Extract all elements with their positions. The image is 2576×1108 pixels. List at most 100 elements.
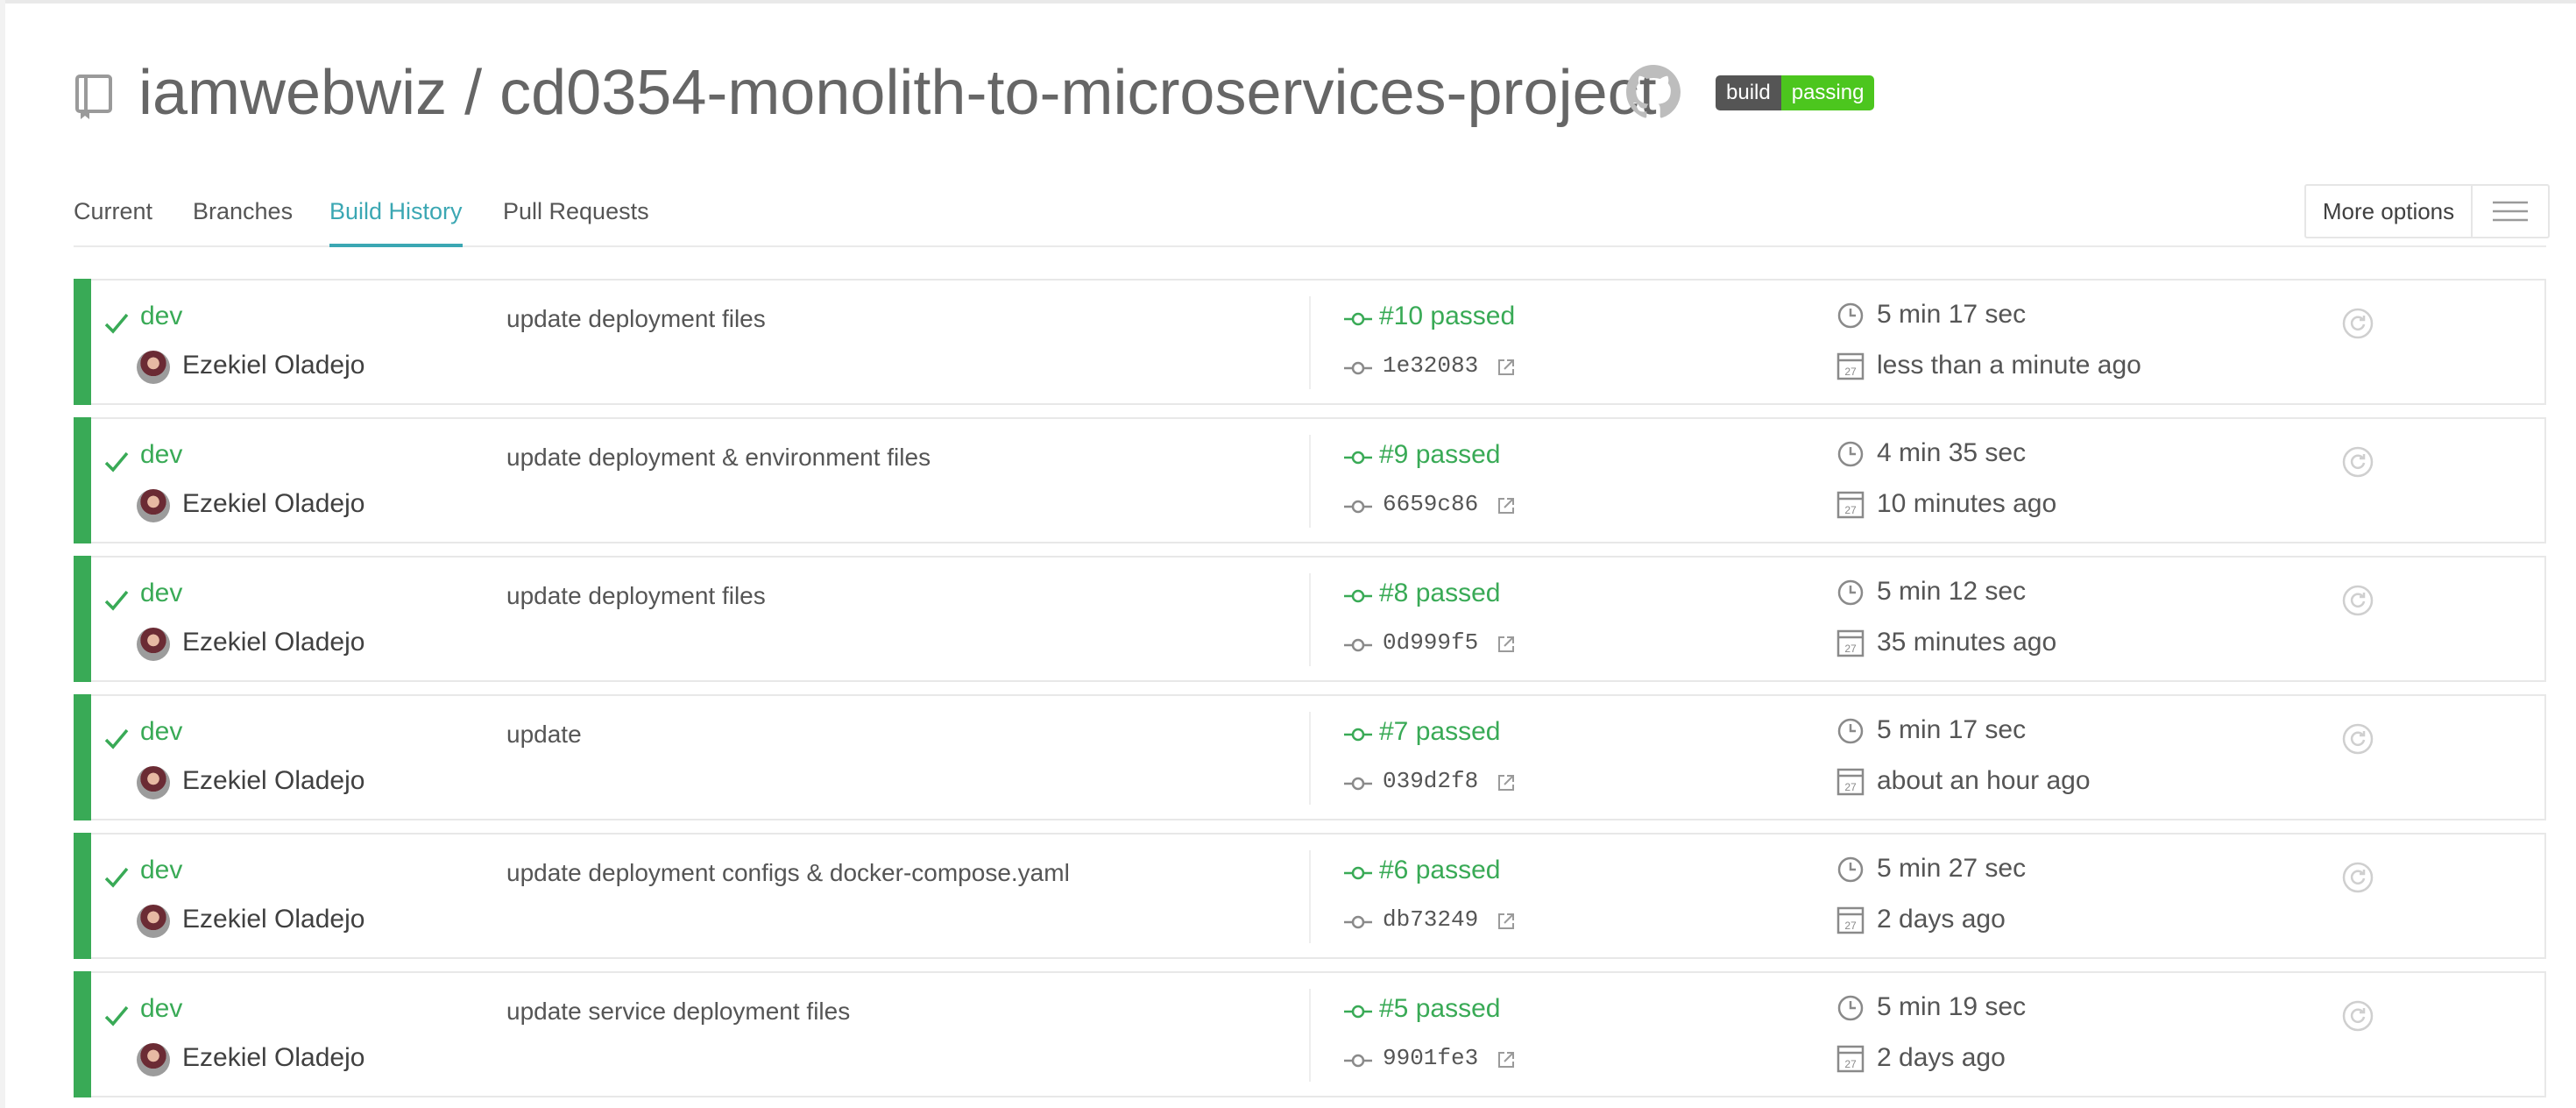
build-row[interactable]: dev Ezekiel Oladejo update deployment fi… <box>74 279 2546 405</box>
build-duration: 5 min 17 sec <box>1877 715 2027 744</box>
avatar <box>137 1043 170 1076</box>
github-icon[interactable] <box>1626 65 1681 119</box>
external-link-icon[interactable] <box>1497 1050 1516 1069</box>
commit-icon <box>1344 589 1372 603</box>
calendar-icon: 27 <box>1836 768 1865 796</box>
divider <box>1309 850 1311 943</box>
status-bar <box>74 971 91 1097</box>
commit-message: update deployment & environment files <box>506 444 931 471</box>
author-name: Ezekiel Oladejo <box>182 489 365 518</box>
external-link-icon[interactable] <box>1497 496 1516 515</box>
check-icon <box>104 1005 129 1026</box>
branch-name[interactable]: dev <box>140 856 182 885</box>
branch-name[interactable]: dev <box>140 302 182 331</box>
commit-icon <box>1344 1054 1372 1068</box>
avatar <box>137 351 170 384</box>
build-number[interactable]: #7 passed <box>1379 717 1500 747</box>
author-name: Ezekiel Oladejo <box>182 905 365 934</box>
calendar-icon: 27 <box>1836 629 1865 657</box>
external-link-icon[interactable] <box>1497 773 1516 792</box>
external-link-icon[interactable] <box>1497 358 1516 377</box>
finished-time: 35 minutes ago <box>1877 628 2057 657</box>
branch-name[interactable]: dev <box>140 994 182 1024</box>
check-icon <box>104 590 129 611</box>
more-options-label: More options <box>2306 186 2473 237</box>
finished-time: 10 minutes ago <box>1877 489 2057 518</box>
svg-text:27: 27 <box>1844 504 1857 516</box>
commit-sha[interactable]: db73249 <box>1383 906 1478 933</box>
external-link-icon[interactable] <box>1497 912 1516 931</box>
build-row[interactable]: dev Ezekiel Oladejo update deployment co… <box>74 833 2546 959</box>
calendar-icon: 27 <box>1836 1045 1865 1073</box>
status-bar <box>74 417 91 543</box>
build-row[interactable]: dev Ezekiel Oladejo update deployment fi… <box>74 556 2546 682</box>
build-number[interactable]: #9 passed <box>1379 440 1500 470</box>
build-status-badge[interactable]: build passing <box>1716 75 1875 110</box>
commit-sha[interactable]: 039d2f8 <box>1383 768 1478 794</box>
branch-name[interactable]: dev <box>140 717 182 747</box>
repo-name[interactable]: cd0354-monolith-to-microservices-project <box>499 58 1656 128</box>
check-icon <box>104 451 129 472</box>
divider <box>1309 712 1311 805</box>
external-link-icon[interactable] <box>1497 635 1516 654</box>
tab-branches[interactable]: Branches <box>193 198 293 225</box>
tab-build-history[interactable]: Build History <box>329 198 463 247</box>
build-number[interactable]: #8 passed <box>1379 579 1500 608</box>
status-bar <box>74 833 91 959</box>
author-name: Ezekiel Oladejo <box>182 1043 365 1072</box>
build-duration: 5 min 19 sec <box>1877 992 2027 1021</box>
author-name: Ezekiel Oladejo <box>182 766 365 795</box>
commit-icon <box>1344 500 1372 514</box>
branch-name[interactable]: dev <box>140 579 182 608</box>
clock-icon <box>1837 856 1864 883</box>
svg-text:27: 27 <box>1844 366 1857 378</box>
badge-status: passing <box>1780 75 1875 110</box>
clock-icon <box>1837 441 1864 467</box>
commit-message: update deployment files <box>506 582 766 609</box>
divider <box>1309 573 1311 666</box>
restart-build-icon[interactable] <box>2341 445 2374 479</box>
build-row[interactable]: dev Ezekiel Oladejo update #7 passed 039… <box>74 694 2546 820</box>
commit-message: update deployment files <box>506 305 766 332</box>
restart-build-icon[interactable] <box>2341 999 2374 1033</box>
repository-icon <box>75 75 112 119</box>
restart-build-icon[interactable] <box>2341 307 2374 340</box>
commit-sha[interactable]: 6659c86 <box>1383 491 1478 517</box>
finished-time: 2 days ago <box>1877 905 2006 934</box>
author-name: Ezekiel Oladejo <box>182 628 365 657</box>
divider <box>1309 435 1311 528</box>
build-duration: 5 min 17 sec <box>1877 300 2027 329</box>
clock-icon <box>1837 302 1864 329</box>
commit-sha[interactable]: 1e32083 <box>1383 352 1478 379</box>
build-number[interactable]: #10 passed <box>1379 302 1515 331</box>
build-row[interactable]: dev Ezekiel Oladejo update service deplo… <box>74 971 2546 1097</box>
status-bar <box>74 556 91 682</box>
build-number[interactable]: #6 passed <box>1379 856 1500 885</box>
left-border <box>0 0 5 1108</box>
hamburger-menu-icon[interactable] <box>2473 186 2548 237</box>
finished-time: 2 days ago <box>1877 1043 2006 1072</box>
repo-owner[interactable]: iamwebwiz <box>138 58 447 128</box>
commit-sha[interactable]: 0d999f5 <box>1383 629 1478 656</box>
build-row[interactable]: dev Ezekiel Oladejo update deployment & … <box>74 417 2546 543</box>
more-options-button[interactable]: More options <box>2304 184 2550 238</box>
finished-time: less than a minute ago <box>1877 351 2141 380</box>
commit-icon <box>1344 777 1372 791</box>
commit-sha[interactable]: 9901fe3 <box>1383 1045 1478 1071</box>
commit-icon <box>1344 915 1372 929</box>
svg-text:27: 27 <box>1844 920 1857 932</box>
branch-name[interactable]: dev <box>140 440 182 470</box>
commit-icon <box>1344 866 1372 880</box>
commit-message: update deployment configs & docker-compo… <box>506 859 1070 886</box>
tab-pull-requests[interactable]: Pull Requests <box>503 198 649 225</box>
tab-current[interactable]: Current <box>74 198 152 225</box>
commit-icon <box>1344 361 1372 375</box>
clock-icon <box>1837 579 1864 606</box>
status-bar <box>74 694 91 820</box>
restart-build-icon[interactable] <box>2341 584 2374 617</box>
restart-build-icon[interactable] <box>2341 722 2374 756</box>
restart-build-icon[interactable] <box>2341 861 2374 894</box>
build-number[interactable]: #5 passed <box>1379 994 1500 1024</box>
avatar <box>137 628 170 661</box>
svg-text:27: 27 <box>1844 643 1857 655</box>
